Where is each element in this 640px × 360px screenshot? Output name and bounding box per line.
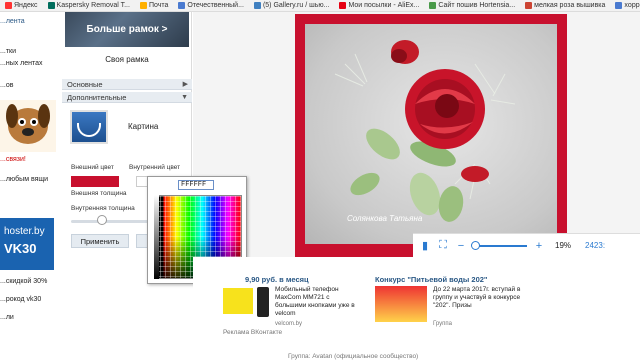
- bookmark-favicon-icon: [429, 2, 437, 9]
- outer-color-label: Внешний цвет: [71, 164, 114, 171]
- greyscale-column[interactable]: [154, 195, 159, 279]
- sidebar-text: ...ных лентах: [0, 60, 43, 67]
- smile-icon: [77, 123, 101, 137]
- zoom-slider[interactable]: [471, 240, 527, 250]
- picture-thumbnail[interactable]: [70, 110, 108, 144]
- bookmark-item[interactable]: Отечественный...: [173, 2, 249, 9]
- sidebar-text: ...тки: [0, 48, 17, 55]
- bookmark-label: мелкая роза вышивка: [534, 2, 606, 9]
- outer-color-swatch[interactable]: [71, 176, 119, 187]
- dog-avatar-icon: [0, 100, 56, 152]
- picture-label: Картина: [128, 122, 159, 131]
- bookmark-item[interactable]: Почта: [135, 2, 173, 9]
- sidebar-text: ...связи!: [0, 156, 26, 163]
- panel-toggle-icon[interactable]: ▮: [419, 240, 431, 252]
- bookmark-favicon-icon: [47, 2, 55, 9]
- ad-contest-title[interactable]: Конкурс "Питьевой воды 202": [375, 275, 487, 284]
- bookmark-label: Сайт пошив Hortensia...: [438, 2, 516, 9]
- hoster-ad[interactable]: hoster.by VK30: [0, 218, 54, 270]
- bookmark-item[interactable]: Сайт пошив Hortensia...: [424, 2, 520, 9]
- bookmark-favicon-icon: [339, 2, 347, 9]
- chevron-down-icon: ▼: [181, 94, 188, 101]
- slider-handle[interactable]: [97, 215, 107, 225]
- bookmark-favicon-icon: [139, 2, 147, 9]
- zoom-toolbar: ▮ ⛶ − + 19% 2423:: [413, 233, 640, 257]
- bookmark-item[interactable]: Яндекс: [0, 2, 43, 9]
- bookmark-label: (5) Gallery.ru / шью...: [262, 2, 330, 9]
- bookmark-item[interactable]: мелкая роза вышивка: [520, 2, 610, 9]
- sidebar-text: ...ли: [0, 314, 14, 321]
- rose-icon: [334, 40, 516, 222]
- bookmark-item[interactable]: xoppecraftvideos: [610, 2, 640, 9]
- bookmarks-bar: Яндекс Kaspersky Removal T... Почта Отечест…: [0, 0, 640, 12]
- bookmark-favicon-icon: [253, 2, 261, 9]
- ads-footer[interactable]: Реклама ВКонтакте: [223, 329, 282, 336]
- bookmark-label: xoppecraftvideos: [624, 2, 640, 9]
- water-bottles-icon: [375, 286, 427, 322]
- hex-input[interactable]: FFFFFF: [178, 180, 214, 190]
- hoster-name: hoster.by: [4, 226, 45, 237]
- picture-frame: Солянкова Татьяна: [295, 14, 567, 259]
- bookmark-favicon-icon: [615, 2, 623, 9]
- hoster-code: VK30: [4, 241, 37, 256]
- zoom-slider-handle[interactable]: [471, 240, 480, 250]
- bookmark-item[interactable]: Мои посылки - AliEx...: [334, 2, 424, 9]
- section-basic-label: Основные: [67, 80, 103, 89]
- phone-icon: [257, 287, 269, 317]
- sidebar-text: ...ов: [0, 82, 14, 89]
- preview-area: Солянкова Татьяна: [193, 12, 640, 259]
- bookmark-item[interactable]: (5) Gallery.ru / шью...: [249, 2, 335, 9]
- section-basic[interactable]: Основные ▶: [62, 79, 192, 90]
- chevron-right-icon: ▶: [182, 81, 188, 88]
- bookmark-label: Отечественный...: [187, 2, 244, 9]
- zoom-in-icon[interactable]: +: [533, 240, 545, 252]
- group-line[interactable]: Группа: Avatan (официальное сообщество): [288, 353, 418, 360]
- rose-picture: Солянкова Татьяна: [305, 24, 557, 244]
- inner-thickness-label: Внутренняя толщина: [71, 205, 135, 212]
- ad-phone-sub: velcom.by: [275, 321, 303, 327]
- section-extra-label: Дополнительные: [67, 93, 127, 102]
- outer-thickness-label: Внешняя толщина: [71, 190, 127, 197]
- sidebar-text: ...скидкой 30%: [0, 278, 48, 285]
- bookmark-label: Почта: [148, 2, 169, 9]
- left-sidebar: ...лента ...тки ...ных лентах ...ов ...с…: [0, 12, 62, 360]
- section-extra[interactable]: Дополнительные ▼: [62, 92, 192, 103]
- own-frame-label[interactable]: Своя рамка: [62, 55, 192, 64]
- apply-button[interactable]: Применить: [71, 234, 129, 248]
- ad-contest-text[interactable]: До 22 марта 2017г. вступай в группу и уч…: [433, 286, 533, 310]
- sidebar-link[interactable]: ...лента: [0, 18, 25, 25]
- ad-phone-text[interactable]: Мобильный телефон MaxCom MM721 с большим…: [275, 286, 355, 318]
- bookmark-label: Яндекс: [14, 2, 38, 9]
- zoom-percent: 19%: [555, 241, 572, 250]
- bookmark-item[interactable]: Kaspersky Removal T...: [43, 2, 135, 9]
- image-size-text: 2423:: [585, 241, 606, 250]
- more-frames-button[interactable]: Больше рамок >: [65, 12, 189, 47]
- sidebar-text: ...любым вящи: [0, 176, 49, 183]
- bookmark-favicon-icon: [5, 2, 12, 9]
- ads-section: 9,90 руб. в месяц Мобильный телефон MaxC…: [193, 257, 640, 360]
- ad-contest-sub: Группа: [433, 321, 453, 327]
- bookmark-label: Kaspersky Removal T...: [56, 2, 130, 9]
- velcom-logo-icon: [223, 288, 253, 314]
- sidebar-text: ...рокод vk30: [0, 296, 42, 303]
- ad-price-title[interactable]: 9,90 руб. в месяц: [245, 275, 309, 284]
- zoom-out-icon[interactable]: −: [455, 240, 467, 252]
- bookmark-label: Мои посылки - AliEx...: [348, 2, 420, 9]
- bookmark-favicon-icon: [178, 2, 186, 9]
- fit-screen-icon[interactable]: ⛶: [437, 239, 449, 252]
- picture-watermark: Солянкова Татьяна: [347, 214, 423, 223]
- inner-color-label: Внутренний цвет: [129, 164, 181, 171]
- bookmark-favicon-icon: [525, 2, 533, 9]
